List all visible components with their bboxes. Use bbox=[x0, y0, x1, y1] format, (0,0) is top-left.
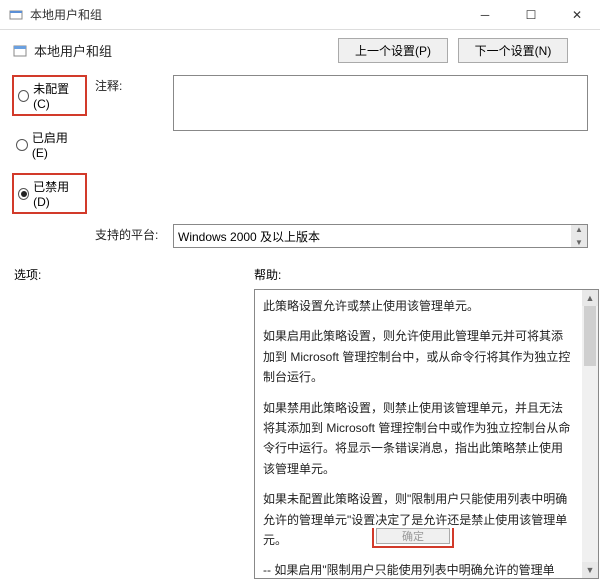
platform-label: 支持的平台: bbox=[95, 224, 165, 248]
scroll-down-icon[interactable]: ▼ bbox=[586, 562, 595, 578]
help-label: 帮助: bbox=[254, 266, 588, 283]
platform-field bbox=[173, 224, 588, 248]
radio-icon bbox=[18, 188, 29, 200]
app-icon bbox=[8, 7, 24, 23]
next-setting-button[interactable]: 下一个设置(N) bbox=[458, 38, 568, 63]
maximize-button[interactable]: ☐ bbox=[508, 0, 554, 30]
ok-button[interactable]: 确定 bbox=[376, 528, 450, 544]
options-label: 选项: bbox=[12, 266, 254, 283]
scroll-thumb[interactable] bbox=[584, 306, 596, 366]
comment-textarea[interactable] bbox=[173, 75, 588, 131]
help-paragraph: 此策略设置允许或禁止使用该管理单元。 bbox=[263, 296, 574, 316]
radio-not-configured[interactable]: 未配置(C) bbox=[12, 75, 87, 116]
radio-label: 未配置(C) bbox=[33, 80, 81, 111]
minimize-button[interactable]: ─ bbox=[462, 0, 508, 30]
snapin-icon bbox=[12, 43, 28, 59]
help-scrollbar[interactable]: ▲ ▼ bbox=[582, 290, 598, 578]
scroll-up-icon[interactable]: ▲ bbox=[586, 290, 595, 306]
help-paragraph: 如果禁用此策略设置，则禁止使用该管理单元，并且无法将其添加到 Microsoft… bbox=[263, 398, 574, 480]
radio-enabled[interactable]: 已启用(E) bbox=[12, 126, 87, 163]
window-title: 本地用户和组 bbox=[30, 6, 462, 23]
close-button[interactable]: ✕ bbox=[554, 0, 600, 30]
comment-label: 注释: bbox=[95, 75, 165, 214]
radio-disabled[interactable]: 已禁用(D) bbox=[12, 173, 87, 214]
radio-icon bbox=[18, 90, 29, 102]
page-heading: 本地用户和组 bbox=[34, 41, 338, 60]
prev-setting-button[interactable]: 上一个设置(P) bbox=[338, 38, 448, 63]
help-paragraph: 如果启用此策略设置，则允许使用此管理单元并可将其添加到 Microsoft 管理… bbox=[263, 326, 574, 387]
platform-scrollbar[interactable]: ▲▼ bbox=[571, 225, 587, 247]
radio-label: 已启用(E) bbox=[32, 129, 83, 160]
radio-label: 已禁用(D) bbox=[33, 178, 81, 209]
help-paragraph: -- 如果启用"限制用户只能使用列表中明确允许的管理单元"策略设置，则用户无法使… bbox=[263, 560, 574, 579]
radio-icon bbox=[16, 139, 28, 151]
